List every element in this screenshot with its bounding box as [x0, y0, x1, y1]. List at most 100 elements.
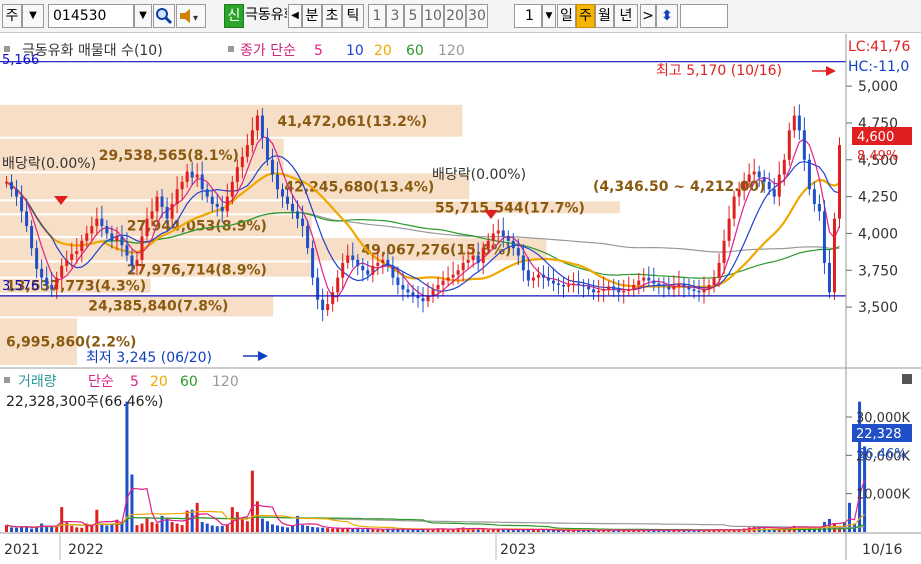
indicator-label[interactable]: 극동유화 매물대 수(10): [22, 43, 163, 59]
extra-input[interactable]: [680, 4, 728, 28]
volume-bar: [110, 524, 114, 532]
period-minute-button[interactable]: 분: [302, 4, 322, 28]
num-10-button[interactable]: 10: [422, 4, 444, 28]
candle-body: [230, 181, 234, 197]
candle-body: [561, 284, 566, 287]
ma20-label[interactable]: 20: [374, 43, 392, 59]
candle-body: [782, 159, 786, 175]
current-pct: 8.49%: [857, 149, 898, 164]
candle-body: [100, 218, 104, 227]
candle-body: [125, 245, 129, 256]
candle-body: [677, 283, 681, 287]
candle-body: [506, 236, 510, 241]
candle-body: [331, 292, 335, 305]
volume-bar: [371, 529, 375, 532]
speaker-icon[interactable]: ▾: [176, 4, 206, 28]
ma10-label[interactable]: 10: [346, 43, 364, 59]
count-dropdown-chevron-icon[interactable]: ▼: [542, 4, 556, 28]
candle-body: [245, 145, 249, 157]
candle-body: [220, 206, 224, 212]
volume-ma-label[interactable]: 단순: [88, 374, 114, 390]
close-pane-icon[interactable]: [902, 374, 912, 384]
vma20-label[interactable]: 20: [150, 374, 168, 390]
candle-body: [240, 156, 244, 168]
candle-body: [250, 130, 254, 146]
candle-body: [190, 171, 194, 178]
chart-toolbar: 주 ▼ 014530 ▼ ▾ 신 극동유화 ◀ 분 초 틱 1 3 5 10 2…: [0, 0, 921, 33]
candle-body: [687, 286, 691, 290]
prev-button[interactable]: ◀: [288, 4, 302, 28]
candle-body: [587, 286, 591, 290]
candle-body: [712, 277, 716, 285]
market-select[interactable]: 주: [2, 4, 22, 28]
current-volume: 22,328: [856, 427, 902, 442]
candle-body: [496, 230, 500, 234]
search-icon[interactable]: [153, 4, 175, 28]
volume-summary: 22,328,300주(66.46%): [6, 394, 163, 410]
price-axis-label: 4,250: [858, 190, 898, 206]
vma5-label[interactable]: 5: [130, 374, 139, 390]
candle-body: [376, 262, 380, 266]
candle-body: [451, 274, 455, 278]
count-input[interactable]: 1: [514, 4, 542, 28]
volume-bar: [75, 527, 79, 532]
candle-body: [767, 181, 771, 190]
candle-body: [296, 211, 300, 219]
chart-area[interactable]: 41,472,061(13.2%) 29,538,565(8.1%) 42,245,…: [0, 34, 921, 560]
ma120-label[interactable]: 120: [438, 43, 465, 59]
num-30-button[interactable]: 30: [466, 4, 488, 28]
candle-body: [802, 130, 806, 160]
candle-body: [60, 265, 64, 278]
num-1-button[interactable]: 1: [368, 4, 386, 28]
candle-body: [85, 233, 89, 241]
monthly-button[interactable]: 월: [595, 4, 614, 28]
weekly-button[interactable]: 주: [576, 4, 595, 28]
code-dropdown-chevron-icon[interactable]: ▼: [134, 4, 152, 28]
candle-body: [406, 289, 410, 293]
market-dropdown-chevron-icon[interactable]: ▼: [22, 4, 44, 28]
candle-body: [386, 259, 390, 266]
num-3-button[interactable]: 3: [386, 4, 404, 28]
yearly-button[interactable]: 년: [614, 4, 638, 28]
candle-body: [617, 289, 621, 293]
candle-body: [572, 283, 576, 286]
vma60-label[interactable]: 60: [180, 374, 198, 390]
updown-arrow-icon[interactable]: ⬍: [656, 4, 678, 28]
ma60-label[interactable]: 60: [406, 43, 424, 59]
vma120-label[interactable]: 120: [212, 374, 239, 390]
next-button[interactable]: >: [640, 4, 656, 28]
ma5-label[interactable]: 5: [314, 43, 323, 59]
num-20-button[interactable]: 20: [444, 4, 466, 28]
volume-bar: [65, 522, 69, 532]
candle-body: [35, 248, 39, 269]
candle-body: [311, 248, 315, 278]
candle-body: [642, 277, 646, 281]
volume-bar: [311, 527, 315, 532]
period-tick-button[interactable]: 틱: [342, 4, 364, 28]
candle-body: [582, 284, 586, 287]
candle-body: [431, 289, 435, 296]
candle-body: [692, 289, 696, 291]
candle-body: [436, 284, 440, 290]
volume-label[interactable]: 거래량: [18, 374, 57, 390]
volume-bar: [446, 529, 450, 532]
candle-body: [301, 218, 305, 227]
candle-body: [632, 284, 636, 290]
ma-label[interactable]: 종가 단순: [240, 43, 296, 59]
current-volume-pct: 66.46%: [857, 447, 907, 462]
candle-body: [110, 233, 114, 241]
daily-button[interactable]: 일: [557, 4, 576, 28]
stock-code-input[interactable]: 014530: [48, 4, 134, 28]
candle-body: [511, 240, 515, 249]
candle-body: [652, 280, 656, 284]
candle-body: [812, 189, 816, 204]
num-5-button[interactable]: 5: [404, 4, 422, 28]
period-second-button[interactable]: 초: [322, 4, 342, 28]
volume-profile-label: 41,472,061(13.2%): [277, 114, 427, 130]
volume-bar: [341, 528, 345, 532]
candle-body: [291, 203, 295, 212]
stock-chart[interactable]: 41,472,061(13.2%) 29,538,565(8.1%) 42,245,…: [0, 34, 921, 560]
candle-body: [20, 196, 24, 212]
candle-body: [486, 240, 490, 249]
candle-body: [832, 218, 836, 293]
